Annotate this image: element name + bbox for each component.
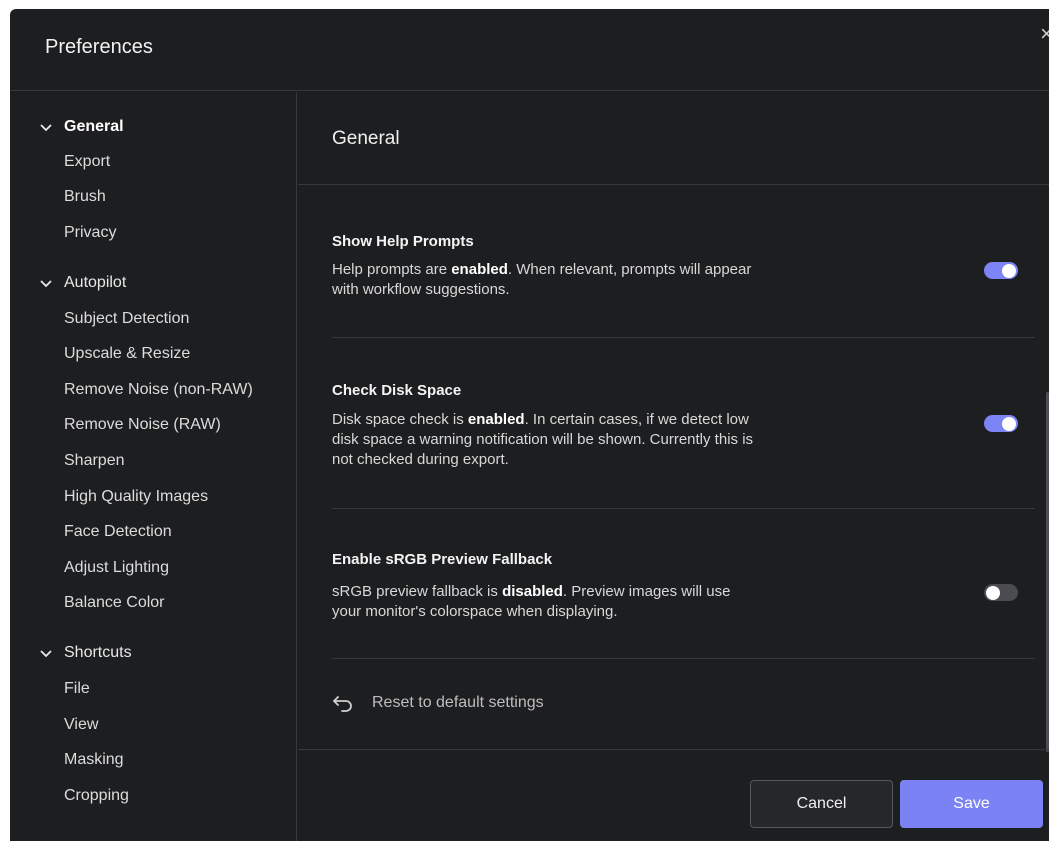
toggle-knob <box>986 585 1000 600</box>
sidebar-group-label: Shortcuts <box>64 644 132 661</box>
setting-description: Disk space check is enabled. In certain … <box>332 411 754 468</box>
setting-title: Show Help Prompts <box>332 233 474 250</box>
sidebar-group-label: Autopilot <box>64 274 127 291</box>
toggle-knob <box>1002 416 1016 431</box>
sidebar-item-balance-color[interactable]: Balance Color <box>64 592 165 614</box>
sidebar-item-high-quality-images[interactable]: High Quality Images <box>64 486 208 508</box>
help-prompts-toggle[interactable] <box>984 262 1018 279</box>
sidebar-group-autopilot[interactable]: Autopilot <box>38 271 126 295</box>
toggle-knob <box>1002 263 1016 278</box>
sidebar-item-cropping[interactable]: Cropping <box>64 785 129 807</box>
sidebar-item-masking[interactable]: Masking <box>64 749 124 771</box>
sidebar-item-upscale-resize[interactable]: Upscale & Resize <box>64 343 190 365</box>
setting-description: Help prompts are enabled. When relevant,… <box>332 261 752 298</box>
sidebar-group-general[interactable]: General <box>38 115 124 139</box>
page-title: General <box>332 128 400 149</box>
settings-panel: General Show Help Prompts Help prompts a… <box>298 92 1049 841</box>
sidebar-item-privacy[interactable]: Privacy <box>64 222 116 244</box>
sidebar-item-face-detection[interactable]: Face Detection <box>64 521 172 543</box>
setting-title: Check Disk Space <box>332 382 462 399</box>
reset-defaults-button[interactable]: Reset to default settings <box>332 690 544 716</box>
save-button[interactable]: Save <box>900 780 1043 828</box>
close-icon[interactable]: × <box>1040 21 1049 47</box>
preferences-dialog: Preferences × General Export Brush Priva… <box>10 9 1049 841</box>
sidebar-item-file[interactable]: File <box>64 678 90 700</box>
preferences-sidebar: General Export Brush Privacy Autopilot S… <box>10 92 297 841</box>
setting-check-disk-space: Check Disk Space Disk space check is ena… <box>332 338 1035 509</box>
sidebar-item-remove-noise-non-raw[interactable]: Remove Noise (non-RAW) <box>64 379 253 401</box>
chevron-down-icon <box>40 650 52 658</box>
disk-space-toggle[interactable] <box>984 415 1018 432</box>
sidebar-item-brush[interactable]: Brush <box>64 186 106 208</box>
sidebar-group-shortcuts[interactable]: Shortcuts <box>38 641 132 665</box>
chevron-down-icon <box>40 124 52 132</box>
sidebar-item-export[interactable]: Export <box>64 151 110 173</box>
chevron-down-icon <box>40 280 52 288</box>
undo-arrow-icon <box>333 696 352 712</box>
reset-label: Reset to default settings <box>372 694 544 711</box>
dialog-header: Preferences × <box>10 9 1049 91</box>
setting-show-help-prompts: Show Help Prompts Help prompts are enabl… <box>332 188 1035 338</box>
sidebar-item-subject-detection[interactable]: Subject Detection <box>64 308 189 330</box>
sidebar-item-sharpen[interactable]: Sharpen <box>64 450 125 472</box>
setting-title: Enable sRGB Preview Fallback <box>332 551 553 568</box>
sidebar-item-remove-noise-raw[interactable]: Remove Noise (RAW) <box>64 414 221 436</box>
srgb-fallback-toggle[interactable] <box>984 584 1018 601</box>
setting-srgb-preview-fallback: Enable sRGB Preview Fallback sRGB previe… <box>332 509 1035 659</box>
dialog-title: Preferences <box>45 36 153 58</box>
cancel-button[interactable]: Cancel <box>750 780 893 828</box>
setting-description: sRGB preview fallback is disabled. Previ… <box>332 583 731 620</box>
sidebar-group-label: General <box>64 118 124 135</box>
sidebar-item-adjust-lighting[interactable]: Adjust Lighting <box>64 557 169 579</box>
sidebar-item-view[interactable]: View <box>64 714 98 736</box>
footer-divider <box>298 749 1049 750</box>
settings-header: General <box>298 92 1049 185</box>
